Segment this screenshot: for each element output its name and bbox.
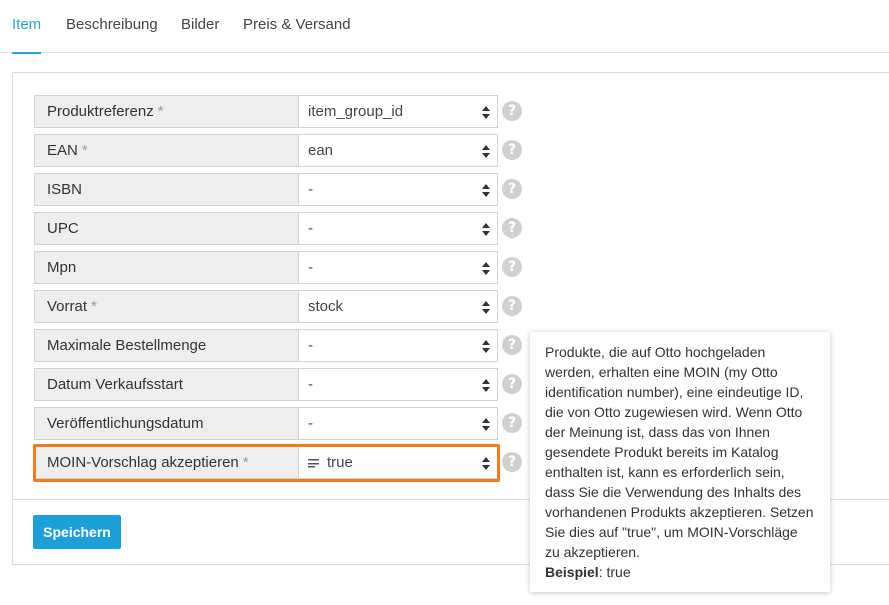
- ean-select[interactable]: ean: [298, 134, 498, 167]
- upc-select[interactable]: -: [298, 212, 498, 245]
- select-value: true: [327, 454, 353, 471]
- help-icon[interactable]: ?: [502, 257, 522, 277]
- tab-preis-versand[interactable]: Preis & Versand: [243, 0, 351, 53]
- help-icon[interactable]: ?: [502, 335, 522, 355]
- save-button[interactable]: Speichern: [33, 515, 121, 549]
- field-label: Maximale Bestellmenge: [34, 329, 299, 362]
- isbn-select[interactable]: -: [298, 173, 498, 206]
- tab-bilder[interactable]: Bilder: [181, 0, 219, 53]
- required-marker: *: [242, 454, 249, 471]
- form-row-datum-verkaufsstart: Datum Verkaufsstart - ?: [34, 368, 524, 401]
- field-label: MOIN-Vorschlag akzeptieren *: [34, 446, 299, 479]
- form-row-ean: EAN * ean ?: [34, 134, 524, 167]
- tooltip-text: Produkte, die auf Otto hochgeladen werde…: [545, 344, 814, 560]
- help-icon[interactable]: ?: [502, 140, 522, 160]
- select-value: ean: [308, 142, 334, 159]
- select-arrows-icon: [482, 379, 491, 392]
- field-label: EAN *: [34, 134, 299, 167]
- select-value: -: [308, 259, 313, 276]
- help-icon[interactable]: ?: [502, 413, 522, 433]
- field-label-text: Produktreferenz: [47, 103, 154, 120]
- select-arrows-icon: [482, 145, 491, 158]
- form-row-moin-vorschlag: MOIN-Vorschlag akzeptieren * true ?: [34, 446, 524, 479]
- select-arrows-icon: [482, 418, 491, 431]
- tab-bar: Item Beschreibung Bilder Preis & Versand: [0, 0, 889, 54]
- form-row-isbn: ISBN - ?: [34, 173, 524, 206]
- field-label-text: MOIN-Vorschlag akzeptieren: [47, 454, 239, 471]
- field-label-text: UPC: [47, 220, 79, 237]
- tooltip-example: Beispiel: true: [545, 564, 631, 580]
- help-icon[interactable]: ?: [502, 374, 522, 394]
- select-arrows-icon: [482, 223, 491, 236]
- help-icon[interactable]: ?: [502, 452, 522, 472]
- form-row-maximale-bestellmenge: Maximale Bestellmenge - ?: [34, 329, 524, 362]
- maximale-bestellmenge-select[interactable]: -: [298, 329, 498, 362]
- vorrat-select[interactable]: stock: [298, 290, 498, 323]
- select-value: -: [308, 337, 313, 354]
- form-row-upc: UPC - ?: [34, 212, 524, 245]
- mpn-select[interactable]: -: [298, 251, 498, 284]
- field-label: UPC: [34, 212, 299, 245]
- field-label-text: Maximale Bestellmenge: [47, 337, 207, 354]
- help-icon[interactable]: ?: [502, 296, 522, 316]
- help-tooltip: Produkte, die auf Otto hochgeladen werde…: [530, 332, 830, 592]
- select-arrows-icon: [482, 262, 491, 275]
- field-label: Produktreferenz *: [34, 95, 299, 128]
- select-arrows-icon: [482, 457, 491, 470]
- field-label: Vorrat *: [34, 290, 299, 323]
- list-icon: [308, 459, 319, 468]
- form-row-veroeffentlichungsdatum: Veröffentlichungsdatum - ?: [34, 407, 524, 440]
- datum-verkaufsstart-select[interactable]: -: [298, 368, 498, 401]
- select-value: item_group_id: [308, 103, 404, 120]
- field-label-text: Veröffentlichungsdatum: [47, 415, 204, 432]
- tooltip-example-value: true: [606, 564, 631, 580]
- required-marker: *: [91, 298, 97, 315]
- form-row-produktreferenz: Produktreferenz * item_group_id ?: [34, 95, 524, 128]
- select-value: stock: [308, 298, 344, 315]
- select-arrows-icon: [482, 106, 491, 119]
- moin-vorschlag-select[interactable]: true: [298, 446, 498, 479]
- select-value: -: [308, 415, 313, 432]
- field-label: ISBN: [34, 173, 299, 206]
- field-label: Mpn: [34, 251, 299, 284]
- tab-beschreibung[interactable]: Beschreibung: [66, 0, 158, 53]
- field-label: Datum Verkaufsstart: [34, 368, 299, 401]
- select-value: -: [308, 220, 313, 237]
- help-icon[interactable]: ?: [502, 218, 522, 238]
- form-row-mpn: Mpn - ?: [34, 251, 524, 284]
- select-arrows-icon: [482, 184, 491, 197]
- field-label-text: ISBN: [47, 181, 83, 198]
- tooltip-example-label: Beispiel: [545, 564, 599, 580]
- tab-item[interactable]: Item: [12, 0, 42, 54]
- field-label-text: Datum Verkaufsstart: [47, 376, 183, 393]
- field-label-text: EAN: [47, 142, 78, 159]
- help-icon[interactable]: ?: [502, 101, 522, 121]
- veroeffentlichungsdatum-select[interactable]: -: [298, 407, 498, 440]
- select-arrows-icon: [482, 340, 491, 353]
- form-row-vorrat: Vorrat * stock ?: [34, 290, 524, 323]
- required-marker: *: [81, 142, 88, 159]
- required-marker: *: [157, 103, 164, 120]
- field-label: Veröffentlichungsdatum: [34, 407, 299, 440]
- select-arrows-icon: [482, 301, 491, 314]
- select-value: -: [308, 376, 313, 393]
- field-label-text: Mpn: [47, 259, 77, 276]
- produktreferenz-select[interactable]: item_group_id: [298, 95, 498, 128]
- field-label-text: Vorrat: [47, 298, 88, 315]
- select-value: -: [308, 181, 313, 198]
- help-icon[interactable]: ?: [502, 179, 522, 199]
